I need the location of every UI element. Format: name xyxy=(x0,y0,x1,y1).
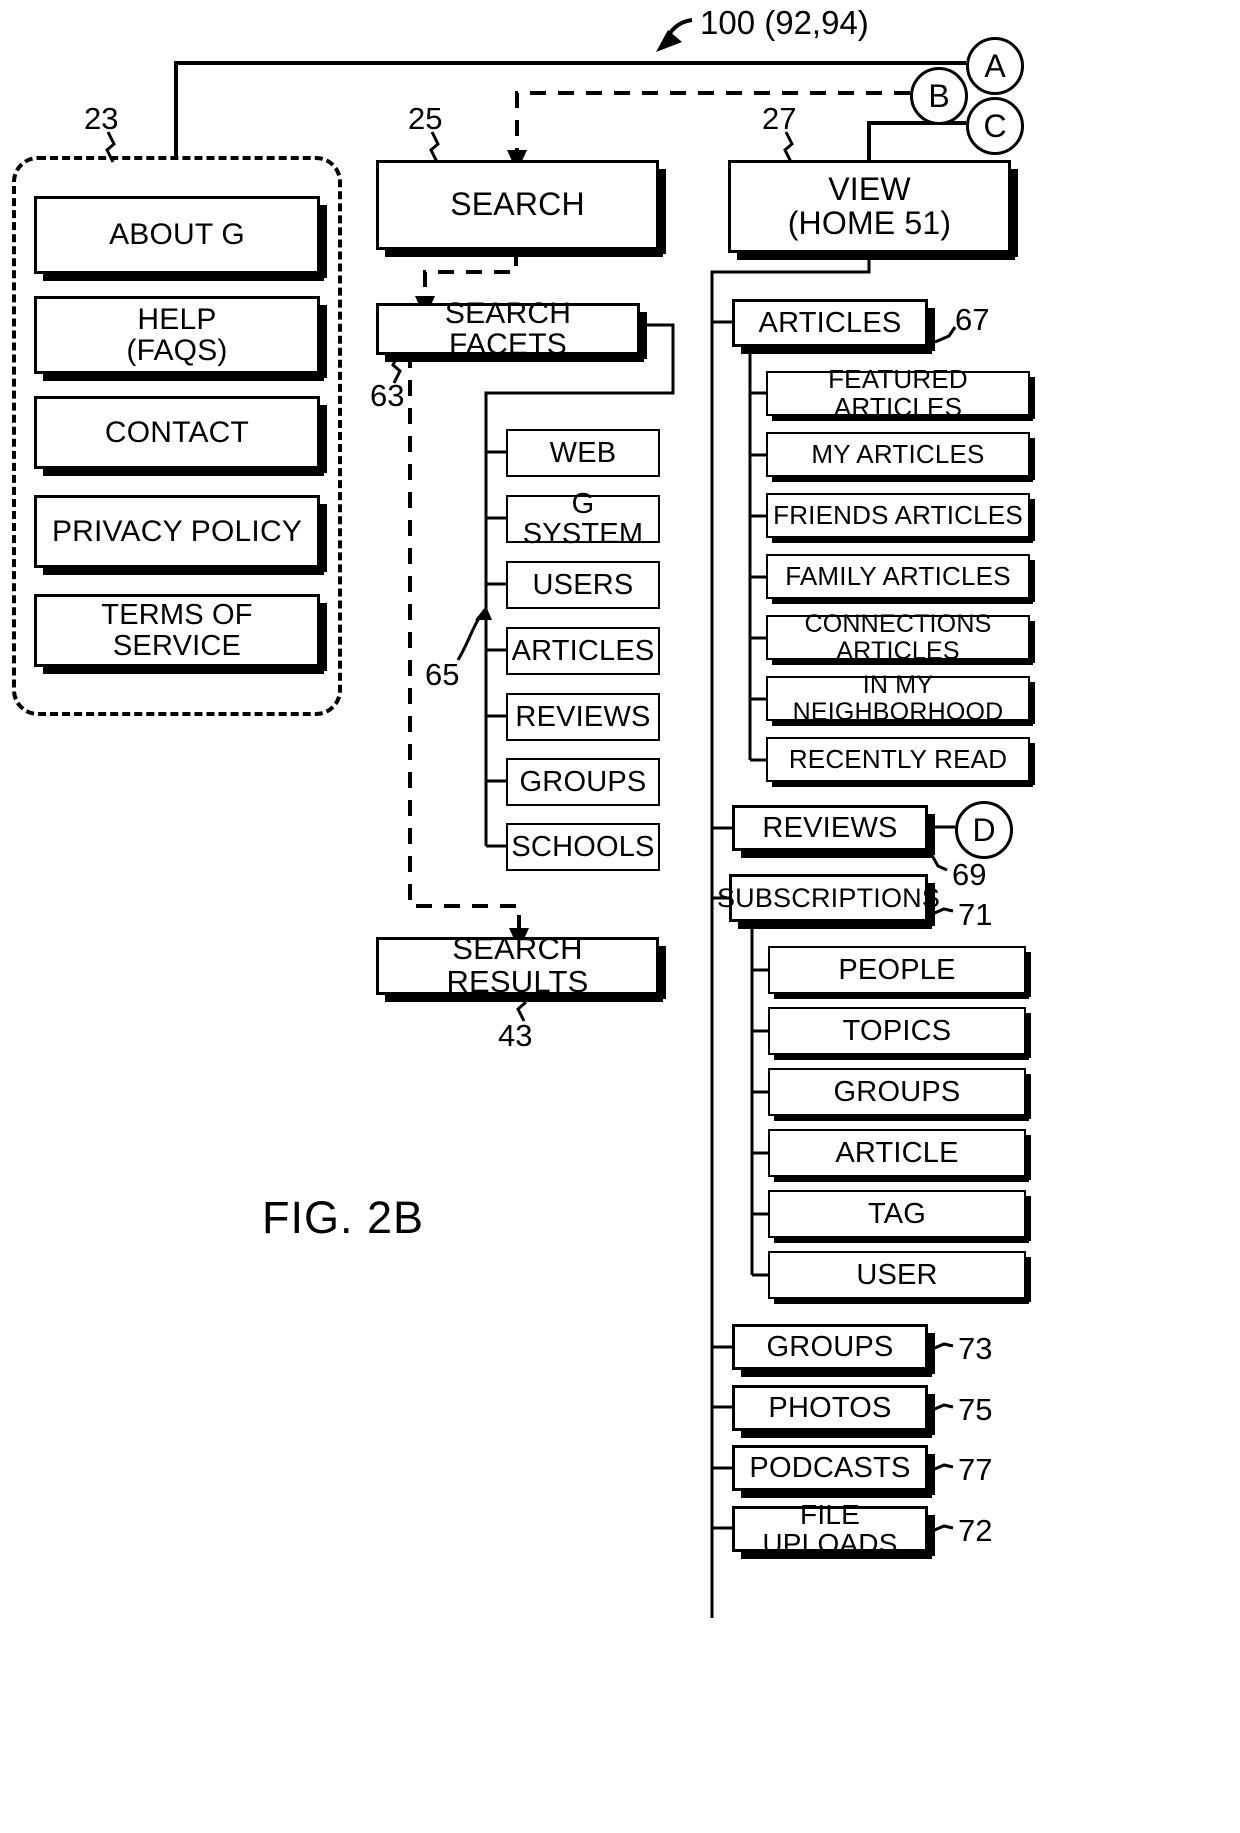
subscription-item-label: USER xyxy=(856,1258,938,1291)
bottom-item-label: PHOTOS xyxy=(768,1391,892,1424)
view-label: VIEW (HOME 51) xyxy=(787,170,952,241)
article-item-label: MY ARTICLES xyxy=(811,438,985,469)
figure-top-reference: 100 (92,94) xyxy=(700,4,869,41)
article-item-label: RECENTLY READ xyxy=(788,743,1008,774)
subscription-item-groups[interactable]: GROUPS xyxy=(768,1068,1031,1121)
ref-numeral-63: 63 xyxy=(370,378,405,413)
article-item-recently-read[interactable]: RECENTLY READ xyxy=(766,737,1035,787)
ref-numeral-43: 43 xyxy=(498,1018,533,1053)
static-page-label: TERMS OF SERVICE xyxy=(101,599,253,662)
ref-numeral-73: 73 xyxy=(958,1331,993,1366)
facet-users[interactable]: USERS xyxy=(506,561,660,609)
static-page-label: HELP (FAQS) xyxy=(126,302,228,367)
ref-numeral-72: 72 xyxy=(958,1513,993,1548)
ref-numeral-75: 75 xyxy=(958,1392,993,1427)
static-page-about-g[interactable]: ABOUT G xyxy=(34,196,327,281)
articles-node[interactable]: ARTICLES xyxy=(732,299,935,354)
facet-groups[interactable]: GROUPS xyxy=(506,758,660,806)
bottom-item-label: GROUPS xyxy=(766,1330,894,1363)
search-facets-label: SEARCH FACETS xyxy=(444,296,572,361)
static-page-privacy-policy[interactable]: PRIVACY POLICY xyxy=(34,495,327,575)
ref-numeral-25: 25 xyxy=(408,101,443,136)
connector-circle-d: D xyxy=(955,801,1013,859)
static-page-label: PRIVACY POLICY xyxy=(51,514,303,548)
subscriptions-node[interactable]: SUBSCRIPTIONS xyxy=(717,874,940,929)
static-page-label: ABOUT G xyxy=(109,218,245,252)
facet-label: WEB xyxy=(549,436,617,469)
search-results-node[interactable]: SEARCH RESULTS xyxy=(376,933,666,1002)
ref-numeral-27: 27 xyxy=(762,101,797,136)
static-page-terms-of-service[interactable]: TERMS OF SERVICE xyxy=(34,594,327,674)
facet-label: GROUPS xyxy=(519,765,647,798)
bottom-item-groups[interactable]: GROUPS xyxy=(732,1324,935,1377)
subscription-item-label: GROUPS xyxy=(833,1075,961,1108)
figure-label: FIG. 2B xyxy=(262,1192,425,1243)
facet-label: ARTICLES xyxy=(511,634,655,667)
ref-numeral-69: 69 xyxy=(952,857,987,892)
bottom-item-label: FILE UPLOADS xyxy=(762,1498,898,1559)
search-label: SEARCH xyxy=(450,186,585,223)
subscription-item-label: TOPICS xyxy=(842,1014,952,1047)
bottom-item-label: PODCASTS xyxy=(749,1451,911,1484)
facet-g-system[interactable]: G SYSTEM xyxy=(506,488,660,549)
connector-circle-a: A xyxy=(966,37,1024,95)
article-item-featured[interactable]: FEATURED ARTICLES xyxy=(766,366,1035,421)
subscription-item-tag[interactable]: TAG xyxy=(768,1190,1031,1243)
ref-numeral-67: 67 xyxy=(955,302,990,337)
facet-articles[interactable]: ARTICLES xyxy=(506,627,660,675)
article-item-connections[interactable]: CONNECTIONS ARTICLES xyxy=(766,611,1035,665)
article-item-my-articles[interactable]: MY ARTICLES xyxy=(766,432,1035,482)
facet-reviews[interactable]: REVIEWS xyxy=(506,693,660,741)
ref-numeral-77: 77 xyxy=(958,1452,993,1487)
article-item-neighborhood[interactable]: IN MY NEIGHBORHOOD xyxy=(766,672,1035,726)
facet-label: USERS xyxy=(532,568,634,601)
subscription-item-article[interactable]: ARTICLE xyxy=(768,1129,1031,1182)
bottom-item-podcasts[interactable]: PODCASTS xyxy=(732,1445,935,1498)
subscription-item-user[interactable]: USER xyxy=(768,1251,1031,1304)
subscription-item-label: TAG xyxy=(867,1197,927,1230)
static-page-help-faqs[interactable]: HELP (FAQS) xyxy=(34,296,327,381)
article-item-family[interactable]: FAMILY ARTICLES xyxy=(766,554,1035,604)
ref-numeral-23: 23 xyxy=(84,101,119,136)
search-results-label: SEARCH RESULTS xyxy=(446,931,589,999)
article-item-label: FRIENDS ARTICLES xyxy=(773,499,1023,530)
article-item-label: CONNECTIONS ARTICLES xyxy=(804,610,992,665)
search-node[interactable]: SEARCH xyxy=(376,160,666,257)
figure-canvas: 100 (92,94) A B C D 23 25 27 63 65 67 69… xyxy=(0,0,1240,1833)
bottom-item-photos[interactable]: PHOTOS xyxy=(732,1385,935,1438)
static-page-label: CONTACT xyxy=(104,415,250,449)
reviews-label: REVIEWS xyxy=(762,811,898,844)
facet-schools[interactable]: SCHOOLS xyxy=(506,823,660,871)
connector-circle-c: C xyxy=(966,97,1024,155)
subscription-item-topics[interactable]: TOPICS xyxy=(768,1007,1031,1060)
subscription-item-label: PEOPLE xyxy=(838,953,956,986)
subscription-item-people[interactable]: PEOPLE xyxy=(768,946,1031,999)
view-node[interactable]: VIEW (HOME 51) xyxy=(728,160,1018,260)
facet-label: REVIEWS xyxy=(515,700,651,733)
reviews-node[interactable]: REVIEWS xyxy=(732,805,935,858)
static-page-contact[interactable]: CONTACT xyxy=(34,396,327,476)
connector-circle-b: B xyxy=(910,67,968,125)
article-item-label: IN MY NEIGHBORHOOD xyxy=(792,671,1004,726)
article-item-label: FEATURED ARTICLES xyxy=(828,364,968,422)
ref-numeral-65: 65 xyxy=(425,657,460,692)
ref-numeral-71: 71 xyxy=(958,897,993,932)
facet-web[interactable]: WEB xyxy=(506,429,660,477)
subscriptions-label: SUBSCRIPTIONS xyxy=(716,882,941,913)
search-facets-node[interactable]: SEARCH FACETS xyxy=(376,297,647,362)
facet-label: SCHOOLS xyxy=(511,830,655,863)
bottom-item-file-uploads[interactable]: FILE UPLOADS xyxy=(732,1499,935,1559)
subscription-item-label: ARTICLE xyxy=(835,1136,959,1169)
articles-label: ARTICLES xyxy=(758,306,902,339)
article-item-friends[interactable]: FRIENDS ARTICLES xyxy=(766,493,1035,543)
article-item-label: FAMILY ARTICLES xyxy=(785,560,1011,591)
facet-label: G SYSTEM xyxy=(522,487,644,550)
